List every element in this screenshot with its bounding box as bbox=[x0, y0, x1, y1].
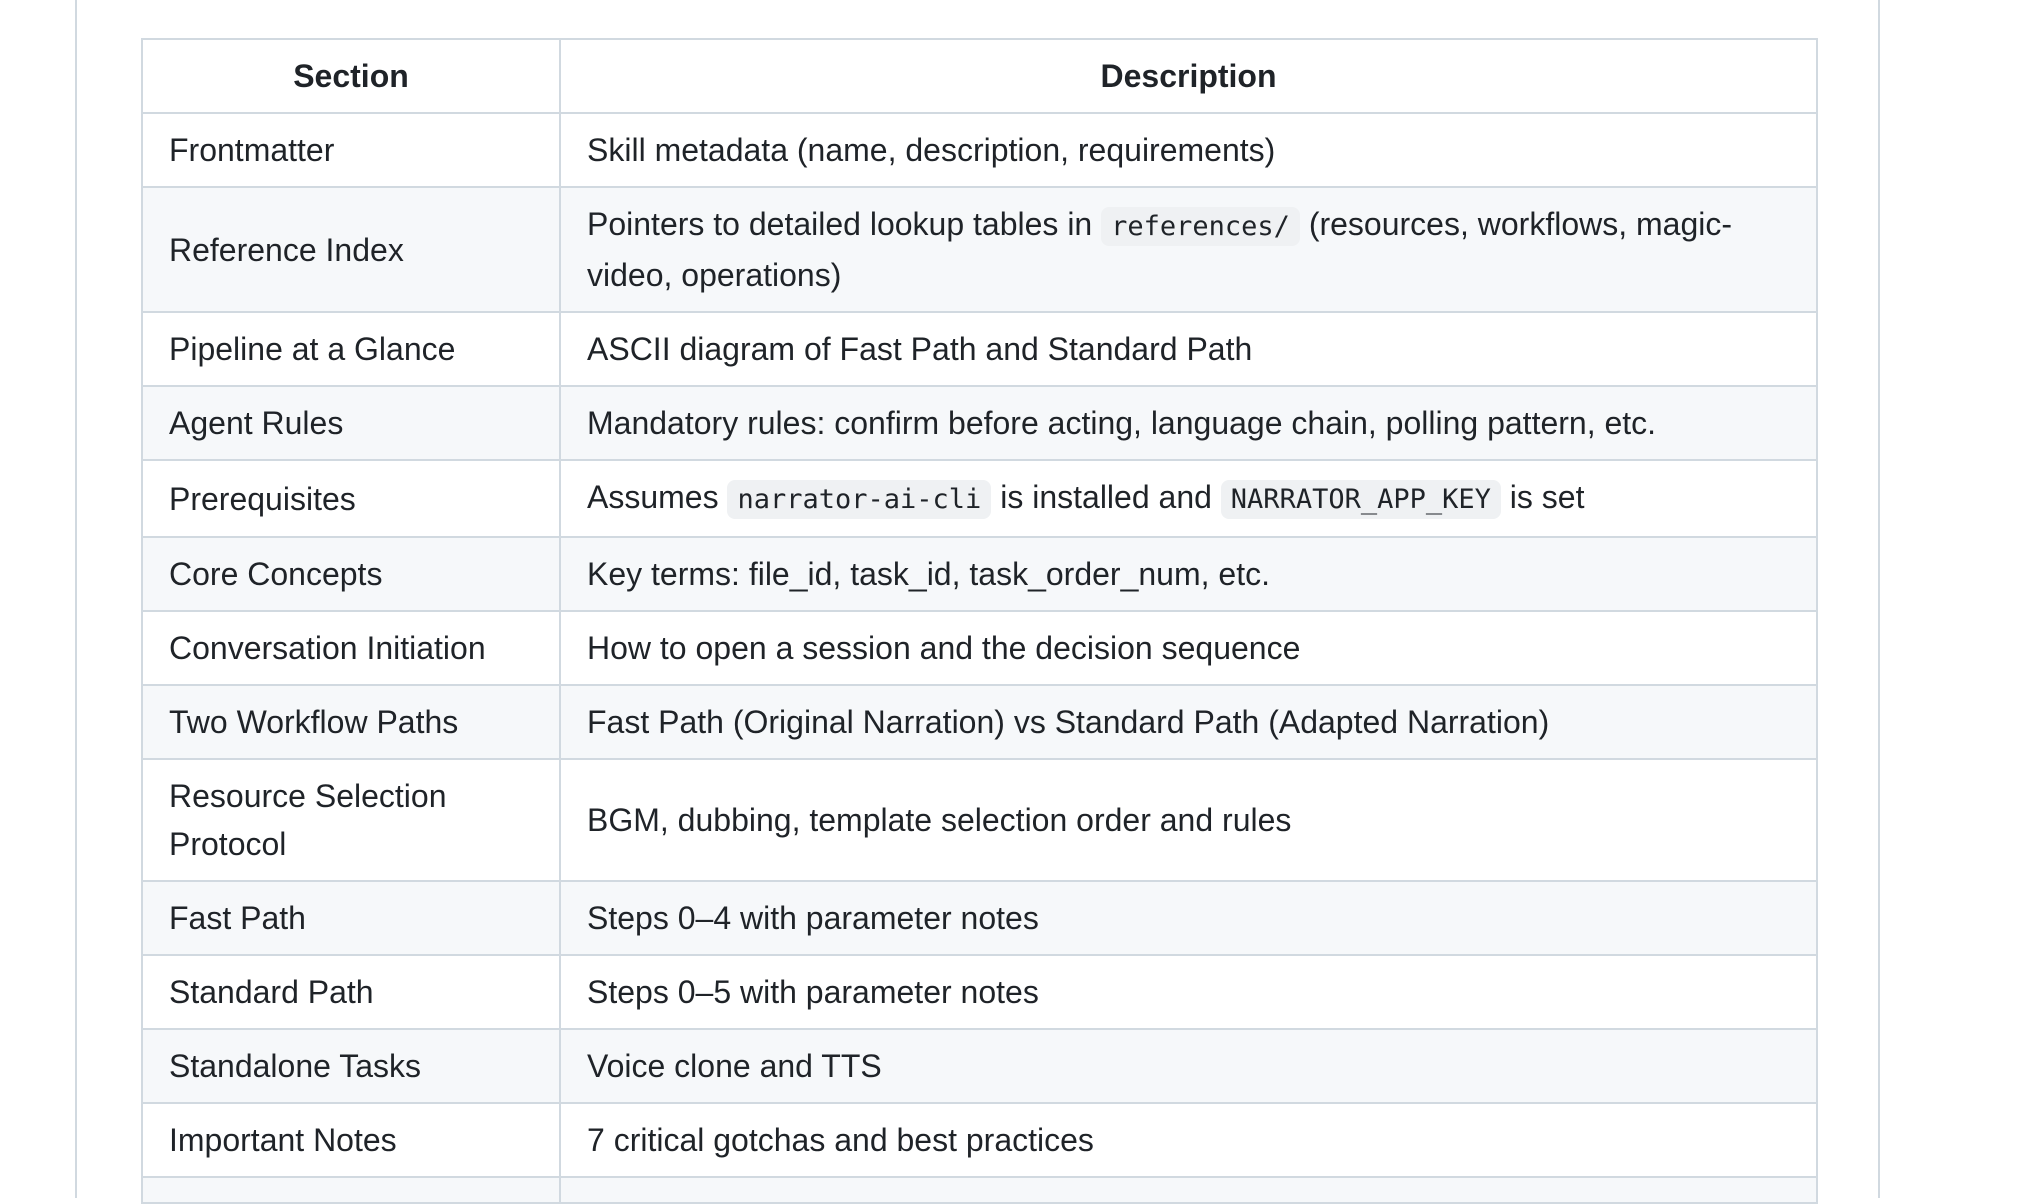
description-text: Steps 0–4 with parameter notes bbox=[587, 900, 1039, 936]
description-cell: Key terms: file_id, task_id, task_order_… bbox=[559, 536, 1818, 612]
description-text: Skill metadata (name, description, requi… bbox=[587, 132, 1276, 168]
section-cell: Conversation Initiation bbox=[141, 610, 561, 686]
description-text: ASCII diagram of Fast Path and Standard … bbox=[587, 331, 1253, 367]
section-cell: Pipeline at a Glance bbox=[141, 311, 561, 387]
table-body: Frontmatter Skill metadata (name, descrip… bbox=[141, 112, 1818, 1204]
column-header-description: Description bbox=[559, 38, 1818, 114]
column-header-section: Section bbox=[141, 38, 561, 114]
section-cell: Standalone Tasks bbox=[141, 1028, 561, 1104]
table-header: Section Description bbox=[141, 38, 1818, 114]
description-cell: ASCII diagram of Fast Path and Standard … bbox=[559, 311, 1818, 387]
description-cell: Skill metadata (name, description, requi… bbox=[559, 112, 1818, 188]
section-cell bbox=[141, 1176, 561, 1204]
table-row: Prerequisites Assumes narrator-ai-cli is … bbox=[141, 459, 1818, 538]
description-text: How to open a session and the decision s… bbox=[587, 630, 1301, 666]
description-cell: Assumes narrator-ai-cli is installed and… bbox=[559, 459, 1818, 538]
inline-code: NARRATOR_APP_KEY bbox=[1220, 480, 1501, 519]
description-text: Voice clone and TTS bbox=[587, 1048, 882, 1084]
table-row: Agent Rules Mandatory rules: confirm befo… bbox=[141, 385, 1818, 461]
section-cell: Fast Path bbox=[141, 880, 561, 956]
section-cell: Reference Index bbox=[141, 186, 561, 313]
description-cell: Pointers to detailed lookup tables in re… bbox=[559, 186, 1818, 313]
description-text: Mandatory rules: confirm before acting, … bbox=[587, 405, 1657, 441]
description-text: Fast Path (Original Narration) vs Standa… bbox=[587, 704, 1550, 740]
section-cell: Frontmatter bbox=[141, 112, 561, 188]
inline-code: narrator-ai-cli bbox=[727, 480, 992, 519]
description-cell: Steps 0–4 with parameter notes bbox=[559, 880, 1818, 956]
sections-table: Section Description Frontmatter Skill met… bbox=[141, 38, 1818, 1204]
table-row: Pipeline at a Glance ASCII diagram of Fas… bbox=[141, 311, 1818, 387]
description-text: Assumes bbox=[587, 479, 728, 515]
inline-code: references/ bbox=[1101, 207, 1300, 246]
description-cell bbox=[559, 1176, 1818, 1204]
table-row: Standard Path Steps 0–5 with parameter no… bbox=[141, 954, 1818, 1030]
table-row: Important Notes 7 critical gotchas and be… bbox=[141, 1102, 1818, 1178]
section-cell: Prerequisites bbox=[141, 459, 561, 538]
table-row: Resource Selection Protocol BGM, dubbing,… bbox=[141, 758, 1818, 882]
table-row: Frontmatter Skill metadata (name, descrip… bbox=[141, 112, 1818, 188]
section-cell: Agent Rules bbox=[141, 385, 561, 461]
table-row: Two Workflow Paths Fast Path (Original Na… bbox=[141, 684, 1818, 760]
table-row: Conversation Initiation How to open a ses… bbox=[141, 610, 1818, 686]
description-text: is installed and bbox=[991, 479, 1221, 515]
table-row bbox=[141, 1176, 1818, 1204]
description-text: is set bbox=[1500, 479, 1585, 515]
description-cell: Mandatory rules: confirm before acting, … bbox=[559, 385, 1818, 461]
table-row: Fast Path Steps 0–4 with parameter notes bbox=[141, 880, 1818, 956]
section-cell: Core Concepts bbox=[141, 536, 561, 612]
description-text: BGM, dubbing, template selection order a… bbox=[587, 802, 1292, 838]
description-text: Pointers to detailed lookup tables in bbox=[587, 206, 1102, 242]
description-cell: How to open a session and the decision s… bbox=[559, 610, 1818, 686]
description-cell: Steps 0–5 with parameter notes bbox=[559, 954, 1818, 1030]
description-cell: Fast Path (Original Narration) vs Standa… bbox=[559, 684, 1818, 760]
description-text: 7 critical gotchas and best practices bbox=[587, 1122, 1094, 1158]
description-cell: 7 critical gotchas and best practices bbox=[559, 1102, 1818, 1178]
table-header-row: Section Description bbox=[141, 38, 1818, 114]
description-text: Key terms: file_id, task_id, task_order_… bbox=[587, 556, 1270, 592]
table-row: Reference Index Pointers to detailed look… bbox=[141, 186, 1818, 313]
section-cell: Important Notes bbox=[141, 1102, 561, 1178]
section-cell: Resource Selection Protocol bbox=[141, 758, 561, 882]
section-cell: Standard Path bbox=[141, 954, 561, 1030]
description-cell: Voice clone and TTS bbox=[559, 1028, 1818, 1104]
description-text: Steps 0–5 with parameter notes bbox=[587, 974, 1039, 1010]
description-cell: BGM, dubbing, template selection order a… bbox=[559, 758, 1818, 882]
table-row: Standalone Tasks Voice clone and TTS bbox=[141, 1028, 1818, 1104]
section-cell: Two Workflow Paths bbox=[141, 684, 561, 760]
table-row: Core Concepts Key terms: file_id, task_id… bbox=[141, 536, 1818, 612]
